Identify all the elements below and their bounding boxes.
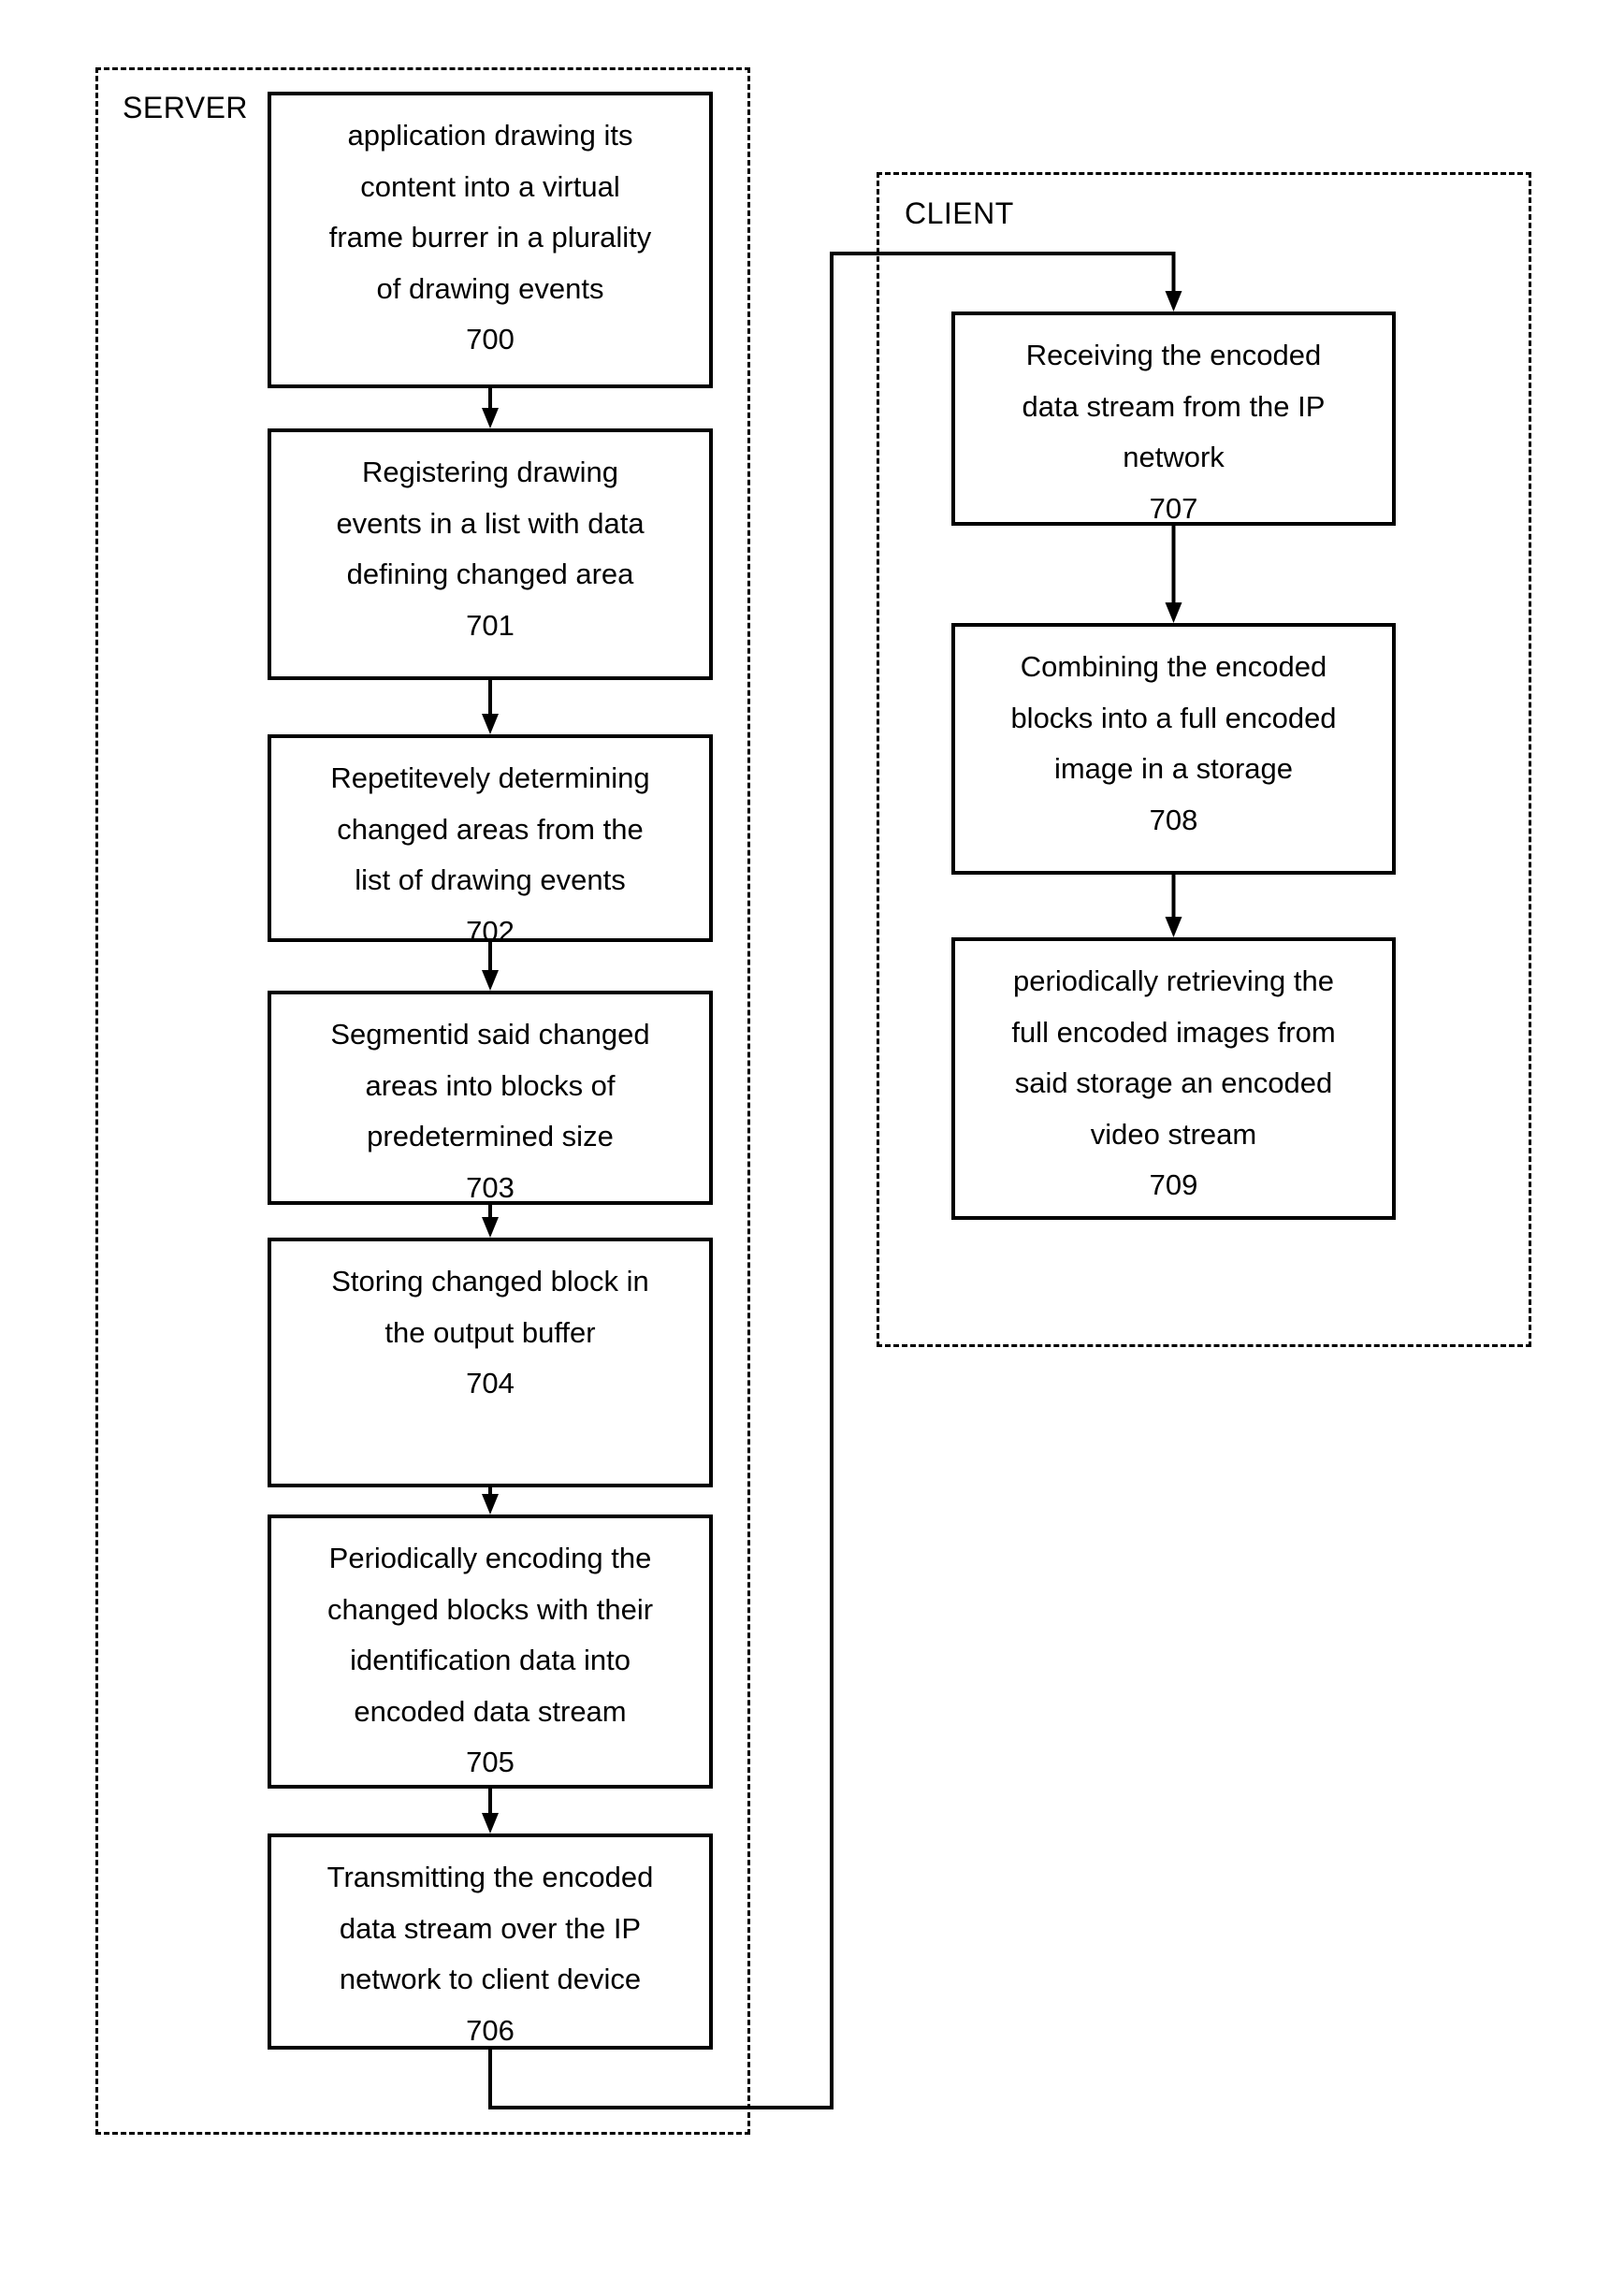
step-text-line: predetermined size (367, 1120, 614, 1152)
step-708: Combining the encoded blocks into a full… (951, 623, 1396, 875)
step-text-line: image in a storage (1053, 752, 1294, 785)
step-text-line: data stream from the IP (1022, 389, 1326, 423)
step-text-line: Registering drawing (362, 456, 618, 488)
step-703: Segmentid said changed areas into blocks… (268, 991, 713, 1205)
step-text-line: the output buffer (384, 1315, 596, 1349)
step-text-line: Repetitevely determining (330, 761, 650, 794)
step-text-line: periodically retrieving the (1013, 964, 1334, 997)
step-707: Receiving the encoded data stream from t… (951, 312, 1396, 526)
arrowhead-708-709 (1165, 917, 1182, 937)
step-ref-number: 708 (1149, 803, 1198, 836)
step-text-line: Segmentid said changed (330, 1018, 650, 1051)
step-text-line: changed areas from the (337, 812, 644, 846)
step-text-line: said storage an encoded (1014, 1066, 1333, 1099)
step-text-line: areas into blocks of (365, 1068, 616, 1102)
step-text-line: of drawing events (376, 271, 604, 305)
step-text-line: Storing changed block in (331, 1265, 649, 1297)
step-702: Repetitevely determining changed areas f… (268, 734, 713, 948)
step-709: periodically retrieving the full encoded… (951, 937, 1396, 1220)
step-text-line: application drawing its (347, 119, 633, 152)
step-text-line: blocks into a full encoded (1010, 701, 1337, 734)
step-706: Transmitting the encoded data stream ove… (268, 1833, 713, 2050)
arrowhead-701-702 (482, 714, 499, 734)
step-text-line: changed blocks with their (326, 1592, 654, 1626)
arrowhead-706-707 (1165, 291, 1182, 312)
step-text-line: full encoded images from (1011, 1015, 1336, 1049)
arrowhead-703-704 (482, 1217, 499, 1238)
step-text-line: network (1123, 441, 1225, 473)
step-ref-number: 709 (1149, 1168, 1198, 1201)
step-text-line: Receiving the encoded (1025, 339, 1322, 371)
step-text-line: encoded data stream (354, 1694, 627, 1728)
step-ref-number: 704 (466, 1367, 515, 1399)
step-ref-number: 702 (466, 914, 515, 948)
step-text-line: video stream (1090, 1117, 1257, 1151)
step-text-line: Combining the encoded (1020, 650, 1327, 683)
step-text-line: data stream over the IP (339, 1911, 642, 1945)
step-ref-number: 707 (1149, 491, 1198, 525)
arrowhead-700-701 (482, 408, 499, 428)
step-text-line: frame burrer in a plurality (328, 221, 652, 254)
step-701: Registering drawing events in a list wit… (268, 428, 713, 680)
step-text-line: identification data into (350, 1644, 631, 1676)
arrowhead-705-706 (482, 1813, 499, 1833)
arrowhead-702-703 (482, 970, 499, 991)
step-text-line: defining changed area (346, 558, 634, 590)
step-text-line: list of drawing events (355, 863, 626, 896)
step-ref-number: 706 (466, 2013, 515, 2047)
step-text-line: network to client device (339, 1963, 642, 1995)
step-705: Periodically encoding the changed blocks… (268, 1515, 713, 1789)
step-text-line: Transmitting the encoded (326, 1861, 654, 1893)
arrowhead-707-708 (1165, 602, 1182, 623)
step-704: Storing changed block in the output buff… (268, 1238, 713, 1487)
step-ref-number: 701 (466, 608, 515, 642)
step-700: application drawing its content into a v… (268, 92, 713, 388)
step-ref-number: 700 (466, 323, 515, 355)
step-text-line: Periodically encoding the (328, 1542, 652, 1574)
step-ref-number: 705 (466, 1746, 515, 1778)
step-text-line: content into a virtual (360, 169, 620, 203)
step-text-line: events in a list with data (336, 506, 645, 540)
step-ref-number: 703 (466, 1170, 515, 1204)
arrowhead-704-705 (482, 1494, 499, 1515)
